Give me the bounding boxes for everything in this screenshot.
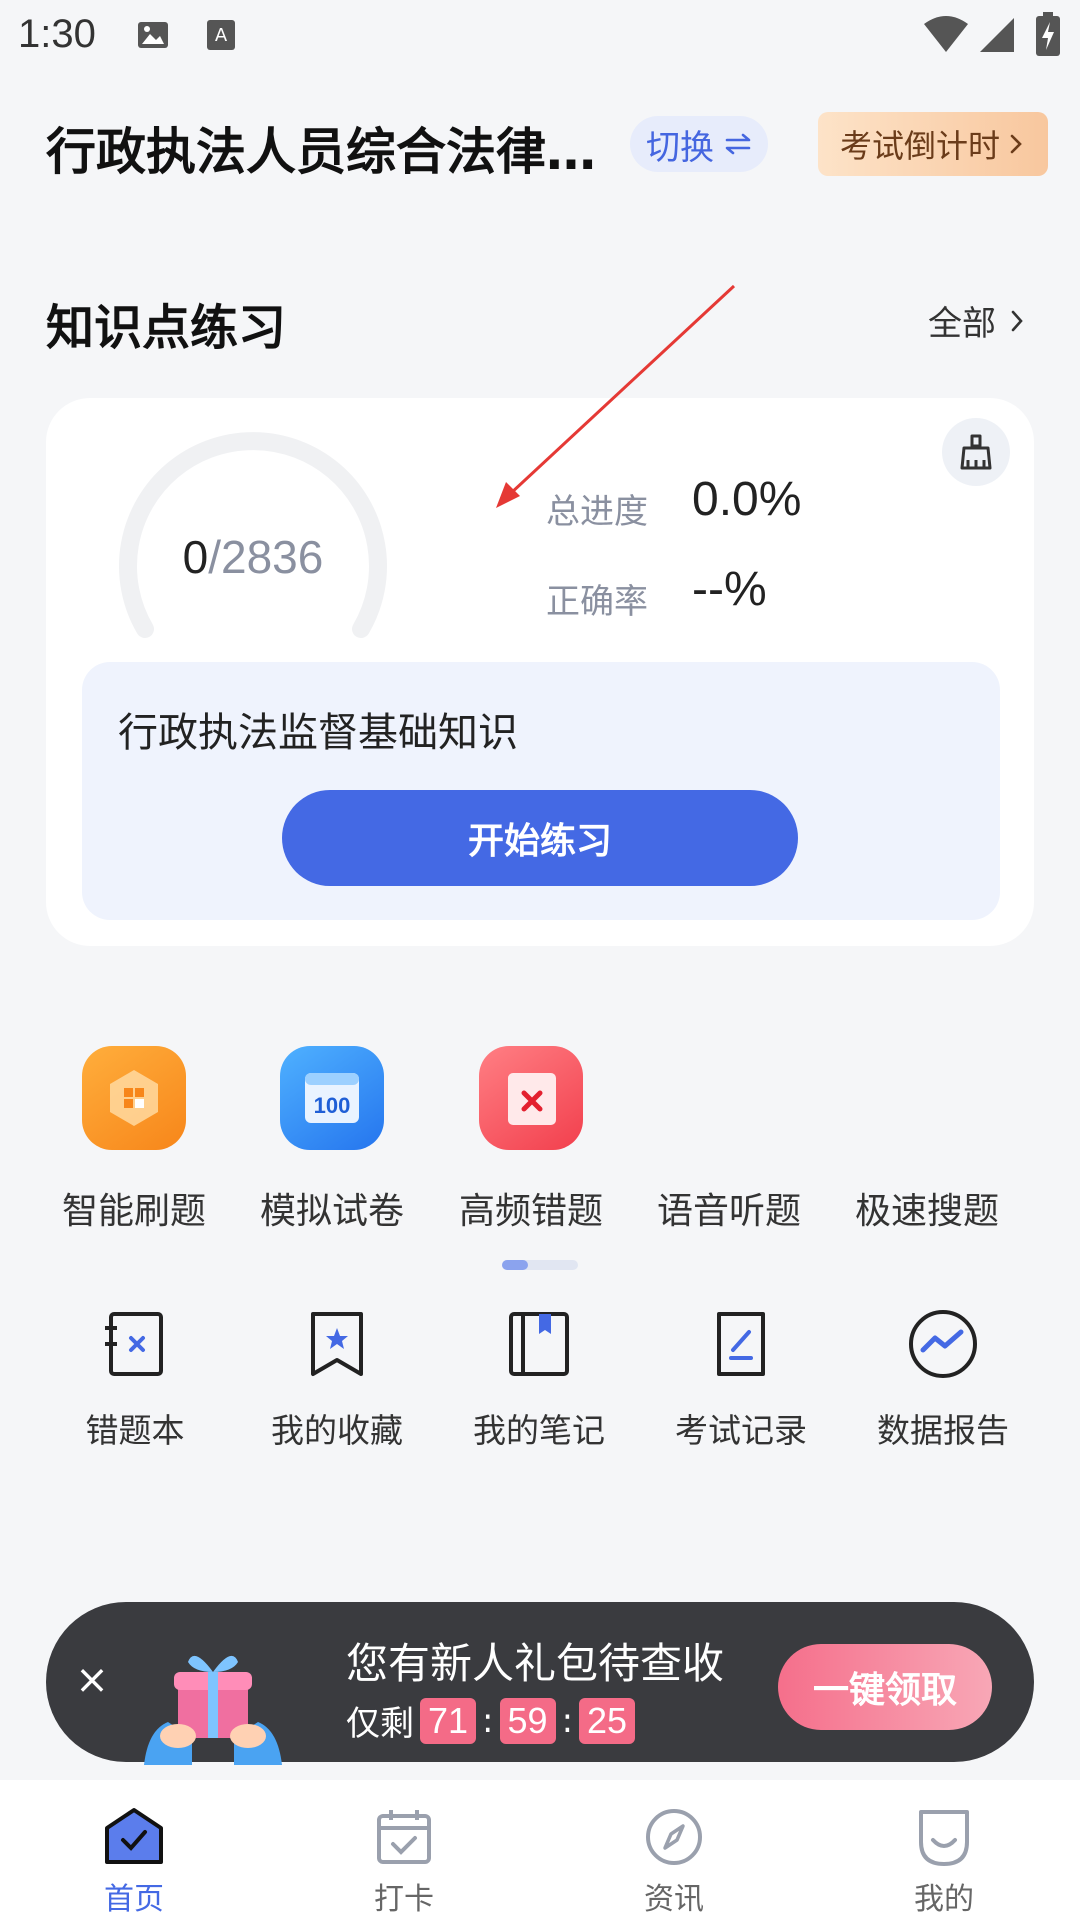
svg-text:A: A	[215, 25, 228, 46]
nav-label: 我的	[914, 1882, 974, 1917]
tool-label: 数据报告	[877, 1411, 1009, 1450]
section-title: 知识点练习	[46, 300, 287, 356]
battery-icon	[1036, 12, 1060, 56]
nav-label: 打卡	[374, 1882, 434, 1917]
completed-count: 0	[182, 531, 209, 583]
frequent-mistakes-icon	[479, 1046, 583, 1150]
nav-news[interactable]: 资讯	[604, 1806, 744, 1918]
mistake-book-icon	[105, 1312, 163, 1376]
start-practice-button[interactable]: 开始练习	[282, 790, 798, 886]
swap-icon	[725, 133, 751, 155]
signal-icon	[980, 18, 1014, 52]
exam-title[interactable]: 行政执法人员综合法律…	[46, 112, 616, 184]
tool-label: 我的收藏	[271, 1411, 403, 1450]
accuracy-label: 正确率	[546, 582, 648, 622]
view-all-link[interactable]: 全部	[928, 296, 1026, 345]
gift-icon	[144, 1655, 282, 1765]
total-count: /2836	[208, 531, 324, 583]
compass-icon	[646, 1809, 702, 1865]
tool-label: 我的笔记	[473, 1411, 605, 1450]
feature-audio-questions[interactable]: 语音听题	[634, 1046, 824, 1234]
smart-practice-icon	[82, 1046, 186, 1150]
tool-mistake-book[interactable]: 错题本	[35, 1306, 235, 1452]
profile-icon	[919, 1810, 969, 1866]
feature-label: 智能刷题	[61, 1191, 206, 1232]
feature-label: 极速搜题	[854, 1191, 999, 1232]
question-count: 0/2836	[108, 530, 398, 584]
switch-label: 切换	[646, 127, 714, 168]
nav-label: 首页	[104, 1882, 164, 1917]
tool-label: 考试记录	[675, 1411, 807, 1450]
exam-record-icon	[717, 1312, 765, 1376]
nav-home[interactable]: 首页	[64, 1806, 204, 1918]
image-notification-icon	[138, 22, 168, 48]
nav-profile[interactable]: 我的	[874, 1806, 1014, 1918]
claim-gift-button[interactable]: 一键领取	[778, 1644, 992, 1730]
mock-exam-icon: 100	[280, 1046, 384, 1150]
tool-data-report[interactable]: 数据报告	[843, 1306, 1043, 1452]
app-notification-icon: A	[207, 20, 235, 50]
data-report-icon	[909, 1310, 977, 1378]
remaining-label: 仅剩	[346, 1704, 414, 1744]
countdown-label: 考试倒计时	[839, 127, 1000, 165]
feature-smart-practice[interactable]: 智能刷题	[39, 1046, 229, 1234]
notes-icon	[509, 1312, 569, 1376]
countdown-seconds: 25	[579, 1697, 636, 1744]
progress-value: 0.0%	[692, 473, 802, 526]
feature-quick-search[interactable]: 极速搜题	[832, 1046, 1022, 1234]
feature-mock-exam[interactable]: 100 模拟试卷	[237, 1046, 427, 1234]
promo-title: 您有新人礼包待查收	[346, 1639, 725, 1688]
nav-label: 资讯	[644, 1882, 704, 1917]
wifi-icon	[924, 16, 968, 52]
clean-button[interactable]	[942, 418, 1010, 486]
progress-label: 总进度	[546, 492, 648, 532]
broom-icon	[960, 434, 992, 470]
feature-label: 模拟试卷	[259, 1191, 404, 1232]
page-indicator	[502, 1260, 578, 1270]
quick-search-icon	[875, 1046, 979, 1150]
switch-exam-button[interactable]: 切换	[630, 116, 768, 172]
time-separator: :	[561, 1700, 574, 1741]
tool-exam-records[interactable]: 考试记录	[641, 1306, 841, 1452]
accuracy-value: --%	[692, 563, 767, 616]
topic-name: 行政执法监督基础知识	[118, 710, 518, 756]
feature-label: 语音听题	[656, 1191, 801, 1232]
feature-frequent-mistakes[interactable]: 高频错题	[436, 1046, 626, 1234]
home-icon	[105, 1808, 163, 1864]
exam-countdown-button[interactable]: 考试倒计时	[818, 112, 1048, 176]
tool-my-favorites[interactable]: 我的收藏	[237, 1306, 437, 1452]
close-icon[interactable]: ×	[72, 1660, 112, 1700]
chevron-right-icon	[1010, 134, 1022, 154]
svg-text:100: 100	[314, 1093, 351, 1118]
bookmark-icon	[311, 1312, 363, 1376]
time-separator: :	[482, 1700, 494, 1741]
view-all-label: 全部	[928, 304, 996, 344]
tool-label: 错题本	[85, 1411, 185, 1450]
chevron-right-icon	[1011, 310, 1023, 331]
nav-checkin[interactable]: 打卡	[334, 1806, 474, 1918]
calendar-check-icon	[377, 1810, 431, 1864]
audio-questions-icon	[677, 1046, 781, 1150]
tool-my-notes[interactable]: 我的笔记	[439, 1306, 639, 1452]
status-time: 1:30	[18, 12, 96, 56]
countdown-hours: 71	[420, 1697, 477, 1744]
promo-countdown: 仅剩 71 : 59 : 25	[346, 1696, 636, 1745]
countdown-minutes: 59	[499, 1697, 556, 1744]
feature-label: 高频错题	[458, 1191, 603, 1232]
